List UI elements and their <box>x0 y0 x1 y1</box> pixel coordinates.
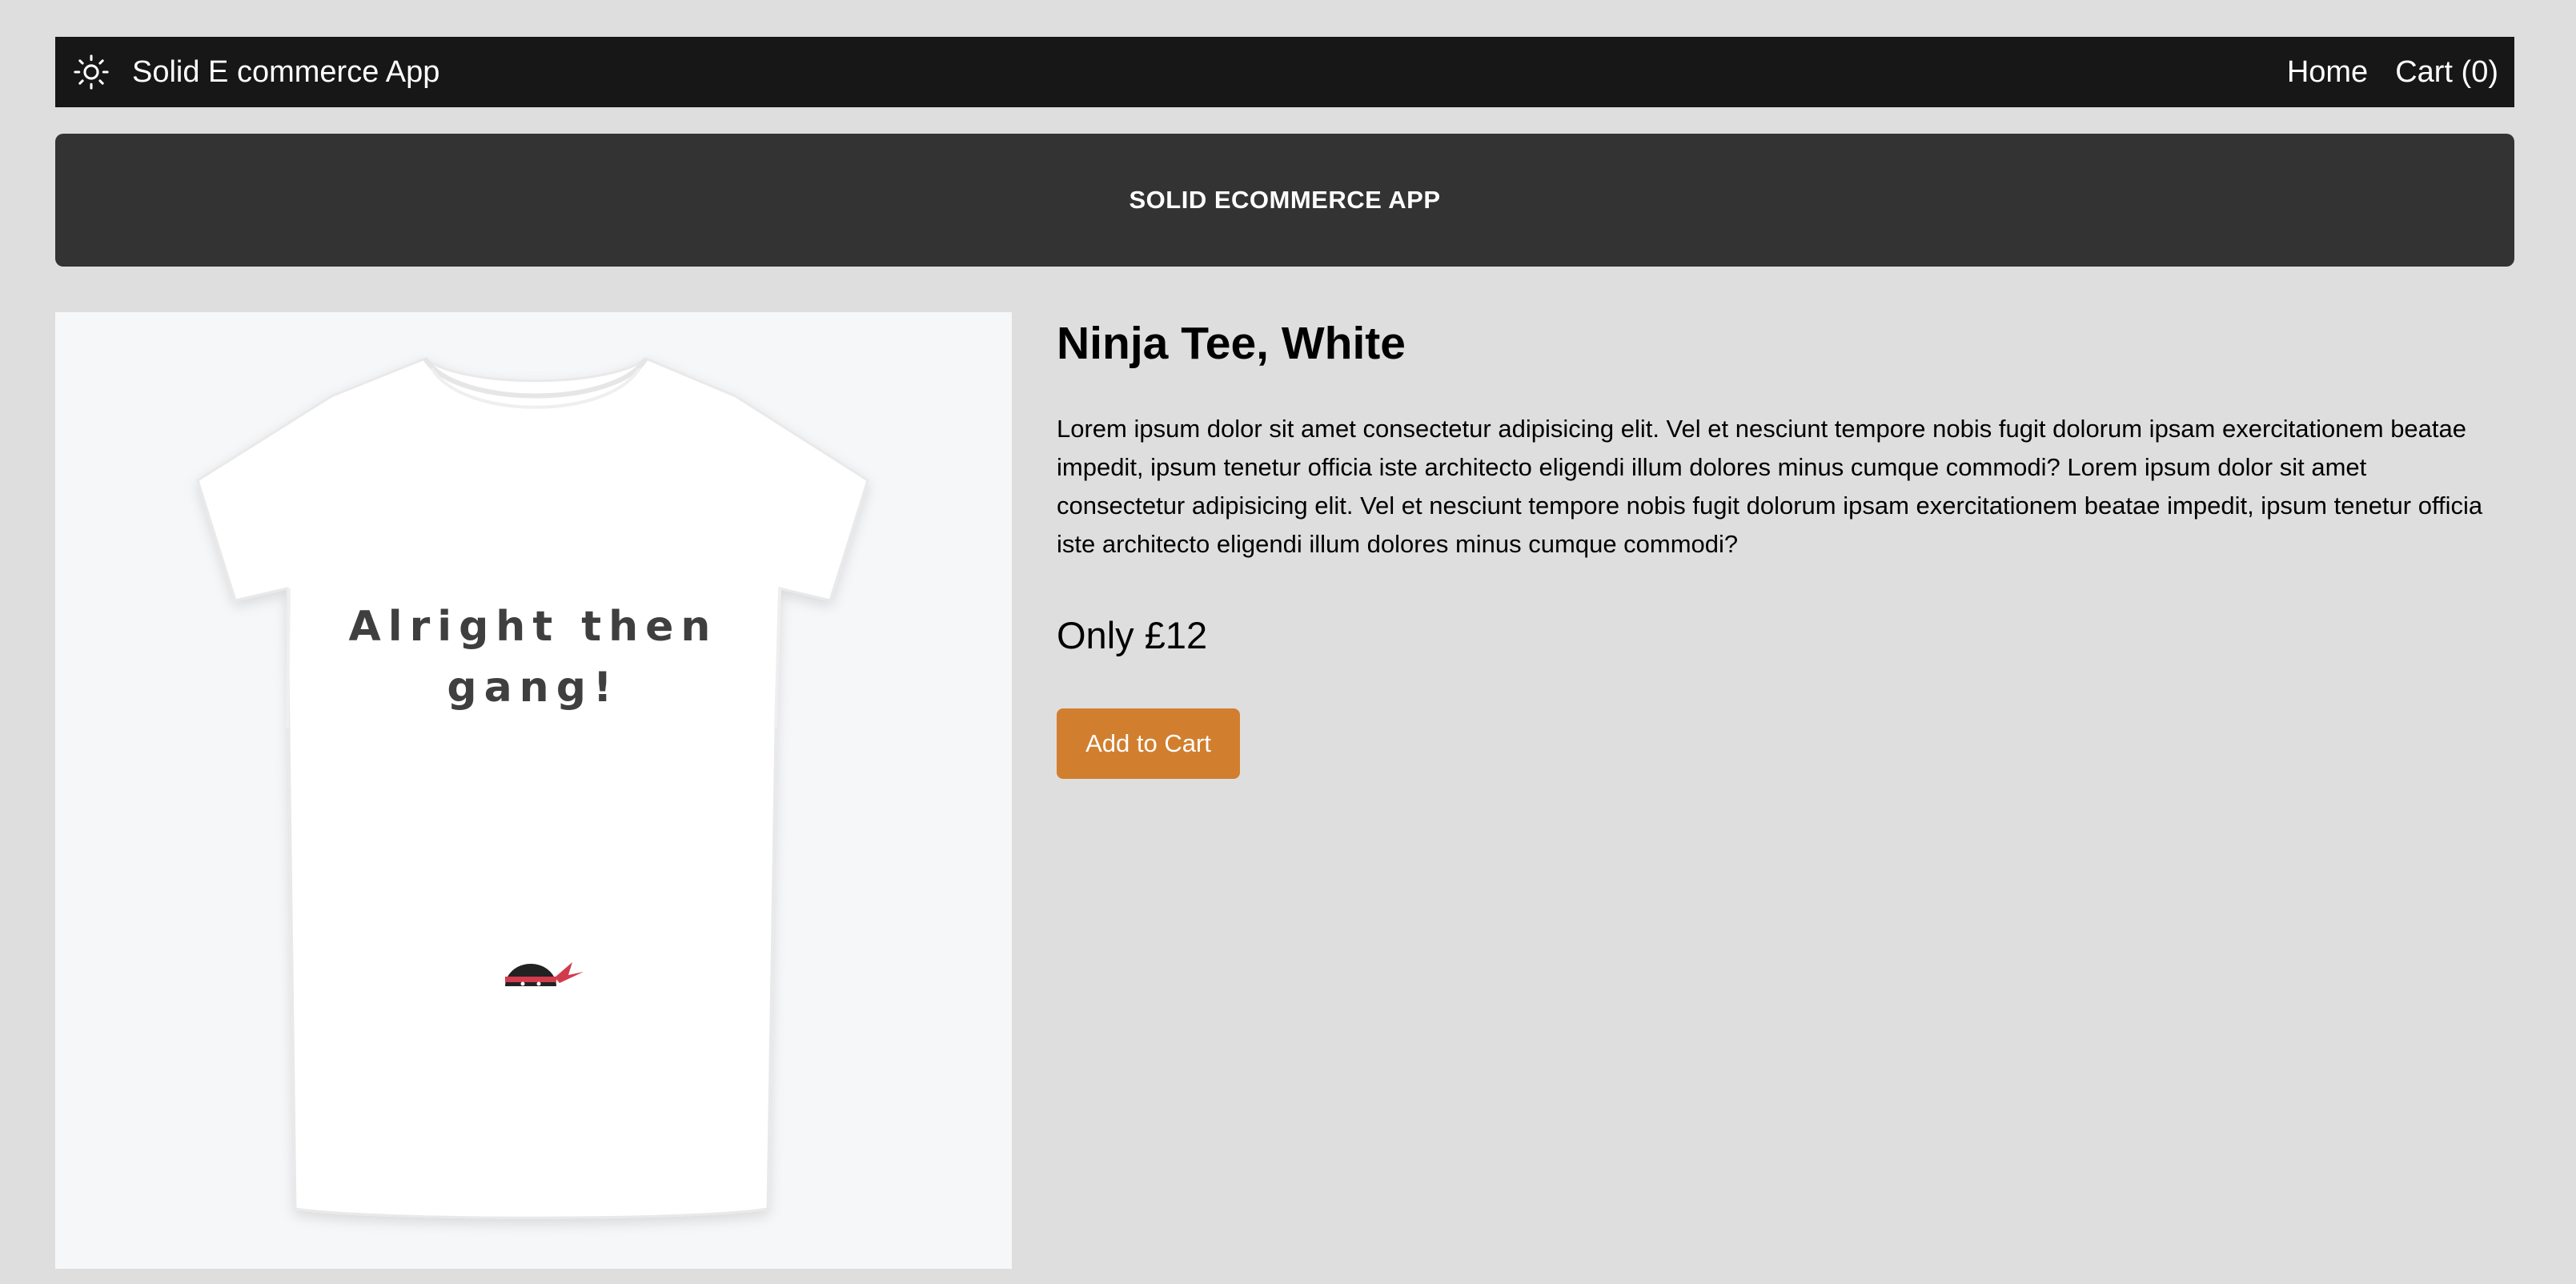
top-navbar: Solid E commerce App Home Cart (0) <box>55 37 2514 107</box>
product-description: Lorem ipsum dolor sit amet consectetur a… <box>1057 415 2483 558</box>
banner-title: SOLID ECOMMERCE APP <box>1129 186 1441 214</box>
product-title: Ninja Tee, White <box>1057 318 1406 369</box>
shirt-print-line-1: Alright then <box>349 603 718 651</box>
nav-cart-link[interactable]: Cart (0) <box>2395 55 2498 90</box>
nav-home-link[interactable]: Home <box>2287 55 2368 90</box>
app-name: Solid E commerce App <box>132 54 440 89</box>
hero-banner: SOLID ECOMMERCE APP <box>55 134 2514 267</box>
product-price: Only £12 <box>1057 614 1208 656</box>
sun-icon[interactable] <box>70 50 113 94</box>
product-details: Ninja Tee, White Lorem ipsum dolor sit a… <box>1057 312 2498 779</box>
main-nav: Home Cart (0) <box>2287 55 2514 90</box>
shirt-print-line-2: gang! <box>447 664 619 712</box>
navbar-brand: Solid E commerce App <box>55 50 439 94</box>
product-image: Alright then gang! <box>55 312 1012 1269</box>
add-to-cart-button[interactable]: Add to Cart <box>1057 708 1240 779</box>
